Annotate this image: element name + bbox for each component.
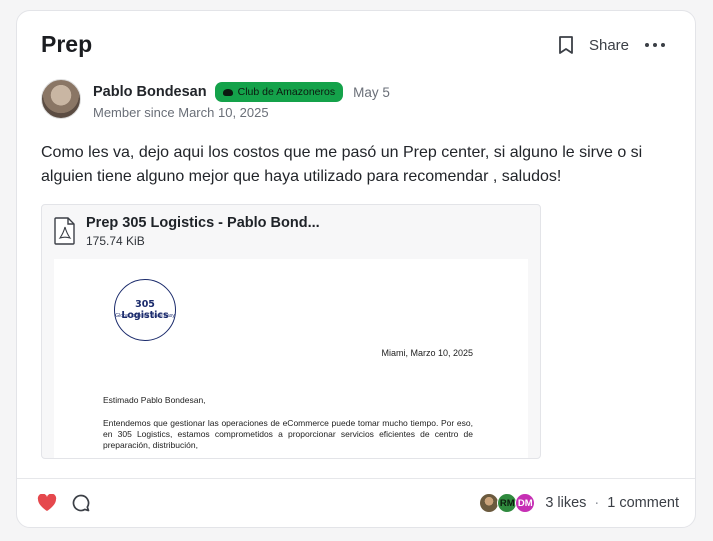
- attachment-name[interactable]: Prep 305 Logistics - Pablo Bond...: [86, 215, 320, 231]
- badge-label: Club de Amazoneros: [237, 86, 336, 98]
- preview-date: Miami, Marzo 10, 2025: [381, 348, 473, 358]
- engagement-summary: RM DM 3 likes · 1 comment: [479, 493, 679, 513]
- reaction-bar: [37, 493, 91, 513]
- attachment-size: 175.74 KiB: [86, 234, 145, 248]
- author-name[interactable]: Pablo Bondesan: [93, 84, 207, 100]
- bookmark-icon: [559, 36, 573, 54]
- comment-icon: [72, 494, 90, 512]
- pdf-attachment[interactable]: Prep 305 Logistics - Pablo Bond... 175.7…: [41, 204, 541, 459]
- post-card: Prep Share Pablo Bondesan Club de Amazon…: [16, 10, 696, 528]
- heart-icon: [37, 494, 57, 511]
- preview-greeting: Estimado Pablo Bondesan,: [103, 395, 206, 405]
- more-options-button[interactable]: [643, 35, 667, 55]
- preview-tagline: Global logistics made easy: [115, 313, 175, 319]
- member-since: Member since March 10, 2025: [93, 105, 269, 120]
- attachment-preview[interactable]: 305 Logistics Global logistics made easy…: [54, 259, 528, 458]
- footer-divider: [17, 478, 695, 479]
- share-button[interactable]: Share: [589, 37, 629, 54]
- author-row: Pablo Bondesan Club de Amazoneros May 5: [93, 81, 390, 103]
- post-body: Como les va, dejo aqui los costos que me…: [41, 144, 643, 185]
- comments-count[interactable]: 1 comment: [607, 495, 679, 511]
- separator-dot: ·: [594, 495, 600, 511]
- liker-avatars[interactable]: RM DM: [479, 493, 536, 513]
- post-title: Prep: [41, 31, 93, 57]
- liker-avatar: RM: [497, 493, 518, 513]
- dot-icon: [645, 43, 649, 47]
- author-info: Pablo Bondesan Club de Amazoneros May 5 …: [93, 81, 390, 120]
- share-label: Share: [588, 36, 629, 54]
- post-actions: Share: [557, 35, 667, 55]
- dot-icon: [661, 43, 665, 47]
- hat-icon: [222, 88, 233, 96]
- attachment-meta: Prep 305 Logistics - Pablo Bond... 175.7…: [86, 215, 320, 248]
- liker-avatar: DM: [515, 493, 536, 513]
- author-avatar[interactable]: [41, 79, 81, 119]
- member-badge[interactable]: Club de Amazoneros: [214, 82, 344, 102]
- like-button[interactable]: [37, 494, 57, 512]
- bookmark-button[interactable]: [557, 35, 575, 55]
- author-block: Pablo Bondesan Club de Amazoneros May 5 …: [41, 79, 390, 120]
- pdf-file-icon: [54, 217, 75, 245]
- liker-avatar: [479, 493, 500, 513]
- likes-count[interactable]: 3 likes: [545, 495, 586, 511]
- attachment-header: Prep 305 Logistics - Pablo Bond... 175.7…: [54, 215, 320, 248]
- dot-icon: [653, 43, 657, 47]
- comment-button[interactable]: [71, 493, 91, 513]
- post-date: May 5: [353, 84, 390, 100]
- preview-paragraph: Entendemos que gestionar las operaciones…: [103, 418, 473, 450]
